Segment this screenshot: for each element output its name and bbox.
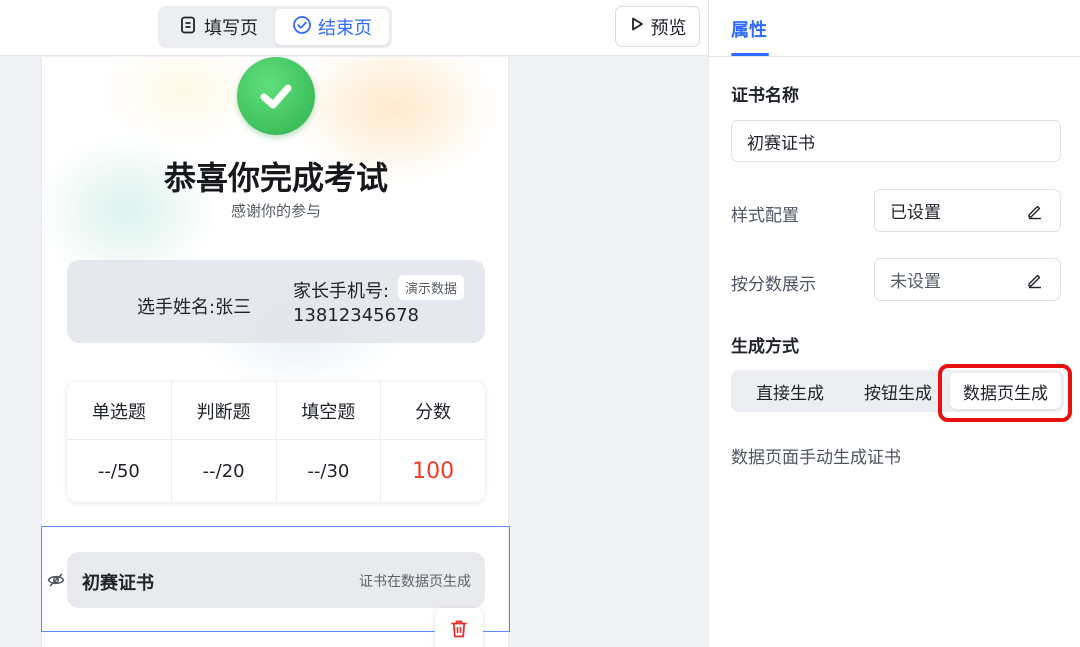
- preview-button[interactable]: 预览: [615, 6, 700, 47]
- certificate-hint: 证书在数据页生成: [359, 574, 471, 590]
- header-true-false: 判断题: [170, 382, 276, 439]
- delete-button[interactable]: [435, 608, 483, 647]
- trash-icon: [450, 619, 468, 643]
- generation-method-label: 生成方式: [731, 337, 799, 357]
- form-icon: [178, 15, 198, 40]
- score-header-row: 单选题 判断题 填空题 分数: [67, 382, 485, 439]
- style-config-field[interactable]: 已设置: [874, 189, 1061, 232]
- parent-phone-label: 家长手机号:: [293, 281, 390, 302]
- value-single-choice: --/50: [97, 460, 140, 482]
- score-display-field[interactable]: 未设置: [874, 258, 1061, 301]
- participant-name: 选手姓名:张三: [137, 297, 252, 318]
- score-table[interactable]: 单选题 判断题 填空题 分数 --/50 --/20 --/30 100: [67, 382, 485, 502]
- certificate-name: 初赛证书: [82, 573, 154, 594]
- header-single-choice: 单选题: [91, 401, 146, 423]
- parent-phone-value: 13812345678: [293, 305, 419, 326]
- score-display-label: 按分数展示: [731, 275, 816, 295]
- score-value-row: --/50 --/20 --/30 100: [67, 439, 485, 502]
- value-fill-blank: --/30: [275, 440, 381, 502]
- page-switcher: 填写页 结束页: [158, 6, 392, 48]
- success-check-icon: [237, 57, 315, 135]
- demo-data-badge: 演示数据: [398, 275, 465, 300]
- score-display-value: 未设置: [890, 272, 941, 292]
- panel-divider: [709, 56, 1080, 57]
- header-fill-blank: 填空题: [275, 382, 381, 439]
- header-score: 分数: [380, 382, 485, 439]
- play-icon: [629, 16, 645, 37]
- tab-fill-page-label: 填写页: [204, 18, 258, 39]
- tab-properties[interactable]: 属性: [731, 16, 767, 42]
- check-circle-icon: [292, 15, 312, 40]
- page-title: 恭喜你完成考试: [163, 159, 388, 197]
- method-direct[interactable]: 直接生成: [734, 373, 846, 409]
- highlight-annotation: [938, 364, 1072, 422]
- certificate-bar: 初赛证书 证书在数据页生成: [67, 552, 485, 608]
- edit-pen-icon: [1026, 271, 1044, 294]
- properties-panel: 属性 证书名称 初赛证书 样式配置 已设置 按分数展示 未设置 生成方式 直接生…: [708, 0, 1080, 647]
- tab-end-page-label: 结束页: [318, 18, 372, 39]
- edit-pen-icon: [1026, 202, 1044, 225]
- cert-name-label: 证书名称: [731, 86, 799, 106]
- tab-fill-page[interactable]: 填写页: [161, 9, 275, 45]
- editor-toolbar: 填写页 结束页 预览: [0, 0, 708, 56]
- generation-method-description: 数据页面手动生成证书: [731, 448, 901, 468]
- style-config-value: 已设置: [890, 203, 941, 223]
- cert-name-input[interactable]: 初赛证书: [731, 120, 1061, 162]
- page-subtitle: 感谢你的参与: [230, 202, 321, 220]
- value-total-score: 100: [380, 440, 485, 502]
- participant-info-card[interactable]: 选手姓名:张三 家长手机号: 13812345678 演示数据: [67, 260, 485, 343]
- tab-end-page[interactable]: 结束页: [275, 9, 389, 45]
- eye-off-icon[interactable]: [47, 572, 65, 592]
- value-true-false: --/20: [170, 440, 276, 502]
- preview-label: 预览: [650, 17, 687, 39]
- style-config-label: 样式配置: [731, 206, 799, 226]
- method-button[interactable]: 按钮生成: [846, 373, 950, 409]
